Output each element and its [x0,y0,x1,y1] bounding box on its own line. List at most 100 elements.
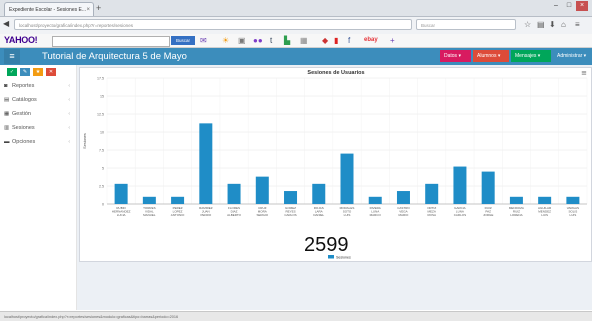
star-icon[interactable]: ☆ [524,19,531,30]
header-button-1[interactable]: Alumnos ▾ [473,50,509,62]
colors-icon[interactable]: ◆ [322,35,328,46]
hamburger-icon[interactable]: ≡ [4,49,20,64]
new-tab-button[interactable]: + [96,2,101,14]
tab-close-icon[interactable]: × [86,3,90,16]
sidebar-item-label: Reportes [12,83,35,89]
chart-title: Sesiones de Usuarios [307,70,364,76]
chevron-left-icon: ‹ [68,139,70,145]
x-tick-label: MENDOZA RUIZ LORENA [509,206,524,217]
overlay-number: 2599 [304,234,349,256]
bar [538,196,552,204]
sidebar-item-label: Sesiones [12,125,35,131]
chevron-left-icon: ‹ [68,125,70,131]
sidebar-item-label: Opciones [12,139,36,145]
sidebar-item-label: Catálogos [12,97,37,103]
x-tick-label: GARCIA LUNA CARLOS [454,206,466,217]
sidebar-item-label: Gestión [12,111,31,117]
x-tick-label: RIVERA LUNA MARCO [370,206,382,217]
chevron-left-icon: ‹ [68,111,70,117]
sidebar-shortcut-button[interactable]: ✎ [20,68,30,76]
calendar-icon[interactable]: ▦ [300,35,308,46]
sidebar-item[interactable]: ▤ Catálogos ‹ [4,95,74,106]
bar [199,123,213,204]
chevron-left-icon: ‹ [68,97,70,103]
minimize-button[interactable]: – [550,1,562,11]
sidebar-item-icon: ▬ [4,139,10,145]
x-tick-label: AGUILAR MENDEZ LUIS [538,206,552,217]
sidebar-shortcut-button[interactable]: ★ [33,68,43,76]
x-tick-label: TORRES VIDAL MANUEL [143,206,156,217]
bar [340,153,354,204]
y-tick-label: 5 [102,167,104,171]
yahoo-search-button[interactable]: Buscar [171,36,195,45]
bar [425,183,439,204]
y-tick-label: 0 [102,203,104,207]
x-tick-label: PEREZ LOPEZ ANTONIO [171,206,185,217]
bar [114,183,128,204]
sidebar-item[interactable]: ▥ Sesiones ‹ [4,123,74,134]
puzzle-icon[interactable]: ▙ [284,35,290,46]
bar [509,196,523,204]
browser-tab[interactable]: Expediente Escolar - Sesiones E... × [4,2,94,16]
maximize-button[interactable]: □ [563,1,575,11]
sidebar-item[interactable]: ▬ Opciones ‹ [4,137,74,148]
yahoo-logo: YAHOO! [4,35,38,45]
library-icon[interactable]: ▤ [537,19,545,30]
y-tick-label: 12.5 [97,113,104,117]
x-tick-label: CASTRO VEGA MARIO [397,206,410,217]
yahoo-search-input[interactable] [52,36,170,47]
download-icon[interactable]: ⬇ [549,19,556,30]
sidebar-item[interactable]: ◙ Reportes ‹ [4,81,74,92]
x-tick-label: VARGAS SOLIS LUIS [567,206,579,217]
bar [566,196,580,204]
y-tick-label: 2.5 [99,185,104,189]
ebay-link[interactable]: ebay [364,35,378,46]
y-tick-label: 17.5 [97,77,104,81]
x-tick-label: RUBIO HERNANDEZ LUCIA [112,206,131,217]
x-tick-label: RAMIREZ JUAN PEDRO [199,206,213,217]
bar [227,183,241,204]
bar [481,171,495,204]
legend-label: Sesiones [336,256,351,260]
flickr-icon[interactable]: ●● [253,35,263,46]
sidebar-item-icon: ▦ [4,111,10,117]
bar [396,191,410,204]
news-icon[interactable]: ▣ [238,35,246,46]
close-window-button[interactable]: × [576,1,588,11]
bar [171,196,185,204]
chevron-left-icon: ‹ [68,83,70,89]
header-button-3[interactable]: Administrar ▾ [553,50,592,62]
header-button-2[interactable]: Mensajes ▾ [511,50,551,62]
x-tick-label: ROJAS LARA DANIEL [313,206,324,217]
x-tick-label: FLORES DIAZ ALBERTO [227,206,242,217]
bar [284,191,298,204]
mail-icon[interactable]: ✉ [200,35,207,46]
sidebar-shortcut-button[interactable]: ✓ [7,68,17,76]
header-button-0[interactable]: Datos ▾ [440,50,471,62]
facebook-icon[interactable]: f [348,35,350,46]
sidebar-item[interactable]: ▦ Gestión ‹ [4,109,74,120]
tumblr-icon[interactable]: t [270,35,272,46]
chart-menu-icon[interactable]: ≡ [581,69,587,77]
back-arrow-icon[interactable]: ◀ [3,19,13,29]
chart: Sesiones de Usuarios ≡ 0 2.5 5 7.5 10 12.5 15 17.… [83,69,588,260]
bar [368,196,382,204]
browser-tab-title: Expediente Escolar - Sesiones E... [9,7,86,13]
sidebar-item-icon: ▤ [4,97,10,103]
y-tick-label: 7.5 [99,149,104,153]
status-bar: localhost/proyecto/grafica/index.php?r=r… [0,311,592,321]
y-tick-label: 10 [100,131,104,135]
home-icon[interactable]: ⌂ [561,19,566,30]
add-icon[interactable]: + [390,35,395,46]
x-tick-label: CRUZ MORA SERGIO [256,206,268,217]
y-tick-label: 15 [100,95,104,99]
x-tick-label: MORALES SOTO LUIS [340,206,355,217]
bookmark-icon[interactable]: ▮ [334,35,338,46]
menu-icon[interactable]: ≡ [575,19,580,30]
address-bar[interactable]: localhost/proyecto/grafica/index.php?r=r… [14,19,412,30]
browser-search-input[interactable]: Buscar [416,19,516,30]
weather-icon[interactable]: ☀ [222,35,229,46]
sidebar-shortcut-button[interactable]: ✕ [46,68,56,76]
x-tick-label: ORTIZ MEZA ROSA [427,206,436,217]
app-title: Tutorial de Arquitectura 5 de Mayo [42,51,187,62]
